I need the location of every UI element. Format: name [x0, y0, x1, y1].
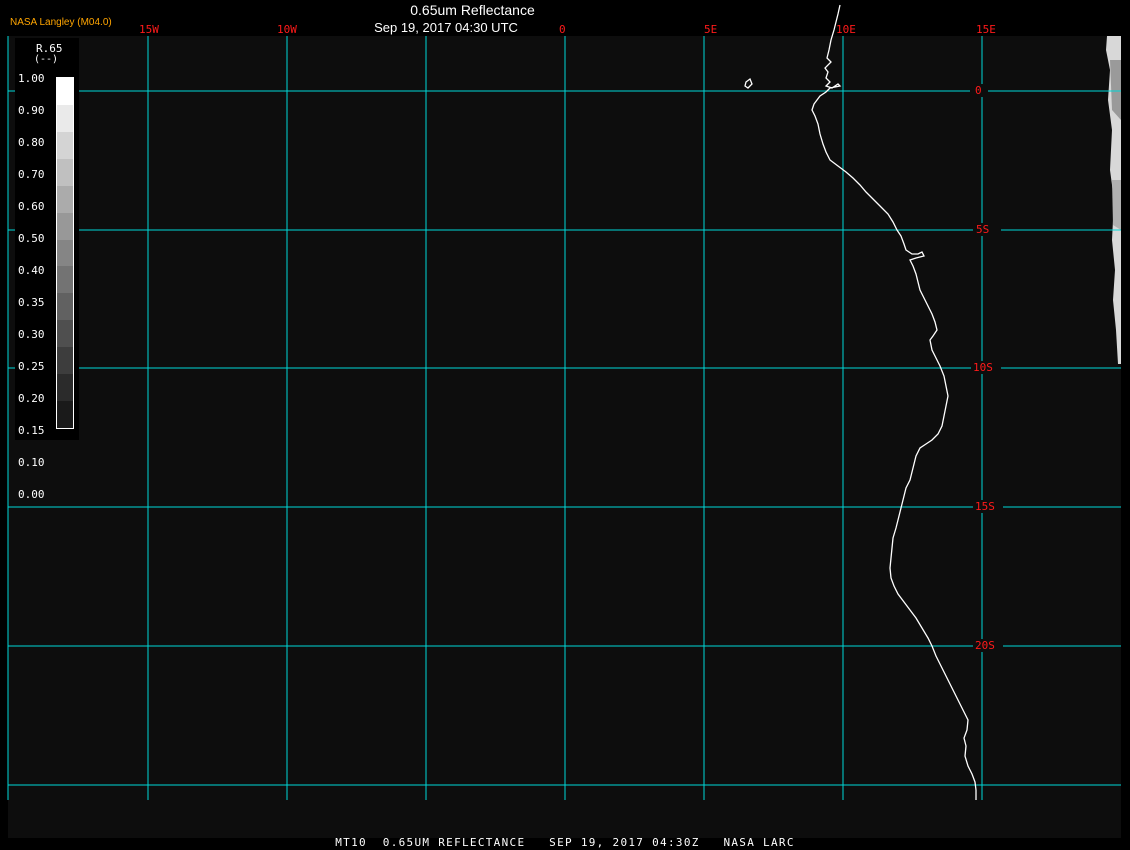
legend-unit: (--): [34, 54, 59, 65]
satellite-image-frame: 15W 10W 0 5E 10E 15E 0 5S 10S 15S 20S NA…: [0, 0, 1130, 850]
cloud-region-shade: [1112, 180, 1121, 230]
legend-color-step: [57, 293, 73, 321]
map-overlay: 15W 10W 0 5E 10E 15E 0 5S 10S 15S 20S: [7, 4, 1121, 800]
legend-tick-label: 0.10: [18, 456, 45, 469]
lat-label: 15S: [975, 500, 995, 513]
legend-color-step: [57, 374, 73, 402]
footer-caption: MT10 0.65UM REFLECTANCE SEP 19, 2017 04:…: [335, 836, 795, 849]
legend-colorbar: [56, 77, 74, 429]
legend-color-step: [57, 104, 73, 132]
island-outline: [744, 77, 753, 89]
lat-label: 5S: [976, 223, 989, 236]
legend-color-step: [57, 185, 73, 213]
lat-label: 20S: [975, 639, 995, 652]
lat-label: 10S: [973, 361, 993, 374]
legend-color-step: [57, 239, 73, 267]
legend-tick-label: 0.80: [18, 136, 45, 149]
legend-tick-label: 0.60: [18, 200, 45, 213]
legend-tick-label: 0.30: [18, 328, 45, 341]
lon-label: 15E: [976, 23, 996, 36]
legend-tick-label: 0.40: [18, 264, 45, 277]
legend-tick-label: 0.20: [18, 392, 45, 405]
legend-color-step: [57, 212, 73, 240]
legend-color-step: [57, 78, 73, 105]
cloud-band: [1106, 36, 1121, 364]
image-title: 0.65um Reflectance: [410, 2, 535, 18]
legend-tick-label: 1.00: [18, 72, 45, 85]
legend-tick-label: 0.15: [18, 424, 45, 437]
legend-color-step: [57, 347, 73, 375]
coastline-path: [811, 4, 977, 800]
legend-tick-label: 0.90: [18, 104, 45, 117]
lat-label: 0: [975, 84, 982, 97]
legend-color-step: [57, 131, 73, 159]
legend-color-step: [57, 158, 73, 186]
graticule: [7, 36, 1121, 800]
legend-color-step: [57, 320, 73, 348]
legend-tick-label: 0.00: [18, 488, 45, 501]
legend-tick-label: 0.25: [18, 360, 45, 373]
legend-color-step: [57, 401, 73, 428]
legend-tick-label: 0.50: [18, 232, 45, 245]
legend-color-step: [57, 266, 73, 294]
image-datetime: Sep 19, 2017 04:30 UTC: [374, 20, 518, 35]
legend-tick-label: 0.70: [18, 168, 45, 181]
latitude-labels: 0 5S 10S 15S 20S: [970, 84, 1003, 652]
coastline: [744, 4, 977, 800]
legend-tick-label: 0.35: [18, 296, 45, 309]
